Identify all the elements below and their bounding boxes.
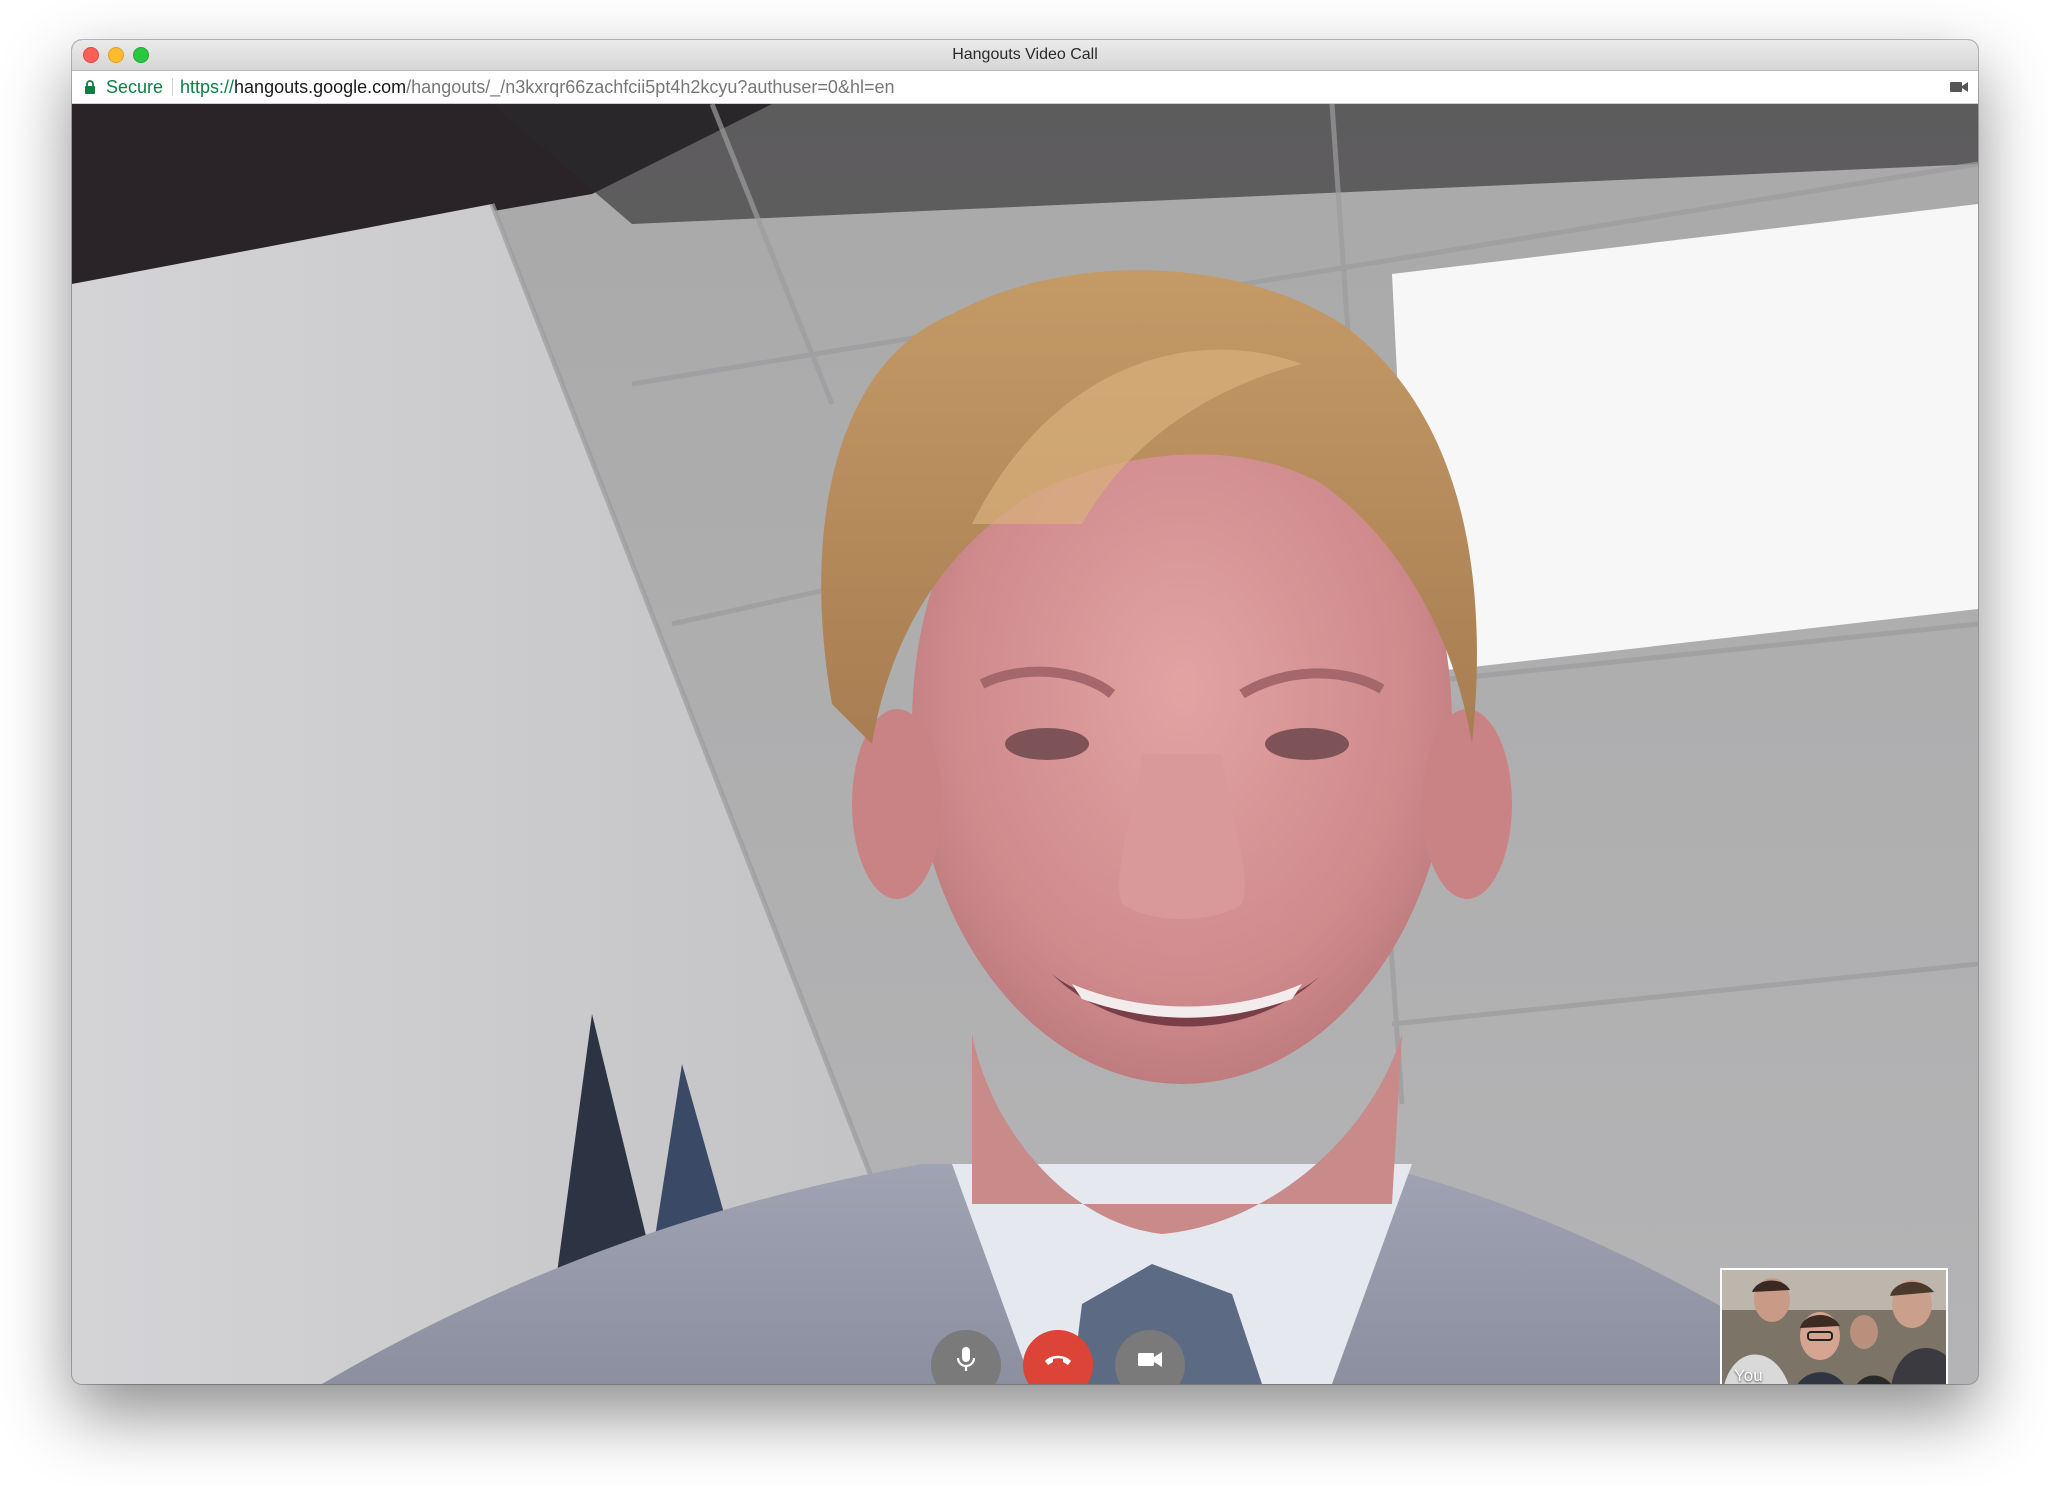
microphone-icon xyxy=(956,1347,976,1371)
video-camera-icon xyxy=(1138,1352,1162,1367)
hang-up-icon xyxy=(1045,1355,1071,1365)
mute-microphone-button[interactable] xyxy=(931,1330,1001,1384)
browser-window: Hangouts Video Call Secure https://hango… xyxy=(72,40,1978,1384)
call-controls xyxy=(72,1314,1978,1384)
toggle-camera-button[interactable] xyxy=(1115,1330,1185,1384)
lock-icon xyxy=(85,80,95,94)
window-title: Hangouts Video Call xyxy=(952,46,1098,63)
video-area: You xyxy=(72,104,1978,1384)
url-scheme: https:// xyxy=(180,77,235,97)
remote-participant-video xyxy=(72,104,1978,1384)
url-host: hangouts.google.com xyxy=(234,77,407,97)
address-bar[interactable]: Secure https://hangouts.google.com/hango… xyxy=(72,71,1978,104)
title-bar[interactable]: Hangouts Video Call xyxy=(72,40,1978,71)
secure-label[interactable]: Secure xyxy=(106,71,163,103)
hang-up-button[interactable] xyxy=(1023,1330,1093,1384)
url-path: /hangouts/_/n3kxrqr66zachfcii5pt4h2kcyu?… xyxy=(406,77,895,97)
desktop: Hangouts Video Call Secure https://hango… xyxy=(0,0,2048,1486)
video-camera-icon[interactable] xyxy=(1950,80,1968,94)
address-separator xyxy=(172,78,173,96)
url-field[interactable]: https://hangouts.google.com/hangouts/_/n… xyxy=(180,71,895,103)
